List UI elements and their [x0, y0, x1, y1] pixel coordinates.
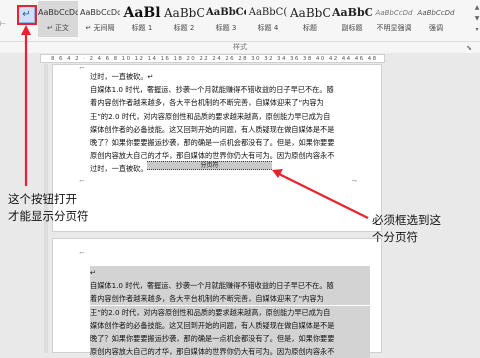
style-tile[interactable]: AaBbC 标题 2: [164, 1, 204, 37]
ruler-ticks: 8 6 4 2 · 2 4 6 8 10 12 14 16 18 20 22 2…: [51, 56, 378, 62]
style-sample: AaBbCcDd: [417, 9, 455, 17]
document-page-2[interactable]: ⌐ ↵ 自媒体1.0 时代，奢握运、抄袭一个月就能赚得不错收益的日子早已不在。随着…: [52, 238, 382, 358]
style-name: 标题 4: [257, 24, 279, 32]
style-name: ↵ 正文: [46, 24, 70, 32]
ribbon-left-edge: ⊢: [0, 20, 7, 28]
highlight-box-show-marks: [17, 5, 37, 25]
style-sample: AaBbCc: [206, 7, 246, 18]
document-line: 媒体创作者的必备技能。这又回到开始的问题，有人质疑现在做自媒体是不是: [90, 124, 335, 134]
style-tile[interactable]: AaBbCcDd ↵ 无间隔: [80, 1, 120, 37]
margin-corner-mark: ¬: [351, 177, 357, 185]
style-sample: AaBbCcDd: [80, 8, 120, 17]
document-line: 自媒体1.0 时代，奢握运、抄袭一个月就能赚得不错收益的日子早已不在。随: [90, 85, 334, 95]
document-line: 王”的2.0 时代，对内容原创性和品质的要求越来越高，原创能力早已成为自: [90, 305, 370, 319]
margin-corner-mark: ⌐: [79, 249, 85, 257]
style-sample: AaBbC: [164, 6, 204, 20]
document-line: 晚了？如果你要要搬运抄袭，那的确是一点机会都没有了。但是，如果你要要: [90, 332, 370, 345]
annotation-right-line1: 必须框选到这: [372, 213, 441, 227]
style-name: 标题: [303, 24, 317, 32]
style-tile[interactable]: AaBl 标题 1: [122, 1, 162, 37]
document-line: 自媒体1.0 时代，奢握运、抄袭一个月就能赚得不错收益的日子早已不在。随: [90, 279, 370, 293]
document-line: 晚了？如果你要要搬运抄袭，那的确是一点机会都没有了。但是，如果你要要: [90, 138, 335, 147]
style-sample: AaBbC: [332, 6, 372, 19]
style-tile[interactable]: AaBbC 副标题: [332, 1, 372, 37]
style-tile[interactable]: AaBbCc 标题 3: [206, 1, 246, 37]
margin-corner-mark: ⌐: [79, 64, 85, 72]
style-tile[interactable]: AaBbC( 标题 4: [248, 1, 288, 37]
annotation-right-line2: 个分页符: [372, 230, 418, 244]
style-tile[interactable]: AaBbCcDd 不明显强调: [374, 1, 414, 37]
annotation-left-line2: 才能显示分页符: [8, 209, 89, 223]
style-sample: AaBbC(: [248, 7, 288, 18]
styles-group-label: 样式: [0, 42, 480, 53]
margin-corner-mark: ⌐: [79, 177, 85, 185]
document-line: 过时，一直被砍。: [90, 164, 148, 174]
style-sample: AaBbCcDd: [375, 9, 413, 17]
styles-gallery: AaBbCcDd ↵ 正文 AaBbCcDd ↵ 无间隔 AaBl 标题 1 AaBbC 标题…: [38, 1, 474, 37]
document-line: 媒体创作者的必备技能。这又回到开始的问题，有人质疑现在做自媒体是不是: [90, 318, 370, 332]
style-name: 标题 3: [215, 24, 237, 32]
document-line: 原创内容放大自己的才华，那自媒体的世界你仍大有可为。因为原创内容永不: [90, 345, 370, 358]
style-tile[interactable]: AaBbCcDd 强调: [416, 1, 456, 37]
document-line: 王”的2.0 时代，对内容原创性和品质的要求越来越高，原创能力早已成为自: [90, 111, 331, 121]
style-name: 不明显强调: [376, 24, 412, 32]
ribbon: ⊢ ↵ AaBbCcDd ↵ 正文 AaBbCcDd ↵ 无间隔 AaBl 标题 1 AaB…: [0, 0, 480, 42]
annotation-left-line1: 这个按钮打开: [8, 192, 77, 206]
style-sample: AaBbCcDd: [38, 8, 78, 17]
scroll-down-icon[interactable]: ▼: [475, 15, 480, 22]
style-tile[interactable]: AaBbCcDd ↵ 正文: [38, 1, 78, 37]
style-name: 副标题: [341, 24, 363, 32]
style-tile[interactable]: AaBbC 标题: [290, 1, 330, 37]
scroll-up-icon[interactable]: ▲: [475, 4, 480, 11]
document-line: 着内容创作者越来越多，各大平台机制的不断完善，自媒体迎来了“内容为: [90, 98, 324, 108]
document-line: ↵: [90, 266, 370, 279]
style-name: 标题 1: [131, 24, 153, 32]
document-line: 着内容创作者越来越多，各大平台机制的不断完善，自媒体迎来了“内容为: [90, 292, 370, 306]
document-page-1[interactable]: ⌐ 分页符 ⌐ ¬ 过时，一直被砍。↵ 自媒体1.0 时代，奢握运、抄袭一个月就能…: [52, 64, 382, 232]
style-sample: AaBl: [123, 5, 161, 21]
document-line: 原创内容放大自己的才华，那自媒体的世界你仍大有可为。因为原创内容永不: [90, 151, 335, 161]
horizontal-ruler[interactable]: 8 6 4 2 · 2 4 6 8 10 12 14 16 18 20 22 2…: [40, 54, 385, 63]
document-line: 过时，一直被砍。↵: [90, 72, 154, 81]
style-name: 标题 2: [173, 24, 195, 32]
gallery-scroll-buttons[interactable]: ▲ ▼ ▾: [474, 2, 480, 35]
style-name: ↵ 无间隔: [85, 24, 115, 32]
style-sample: AaBbC: [290, 6, 330, 20]
style-name: 强调: [429, 24, 443, 32]
styles-dialog-launcher-icon[interactable]: ⬊: [466, 44, 472, 52]
expand-gallery-icon[interactable]: ▾: [475, 26, 478, 33]
